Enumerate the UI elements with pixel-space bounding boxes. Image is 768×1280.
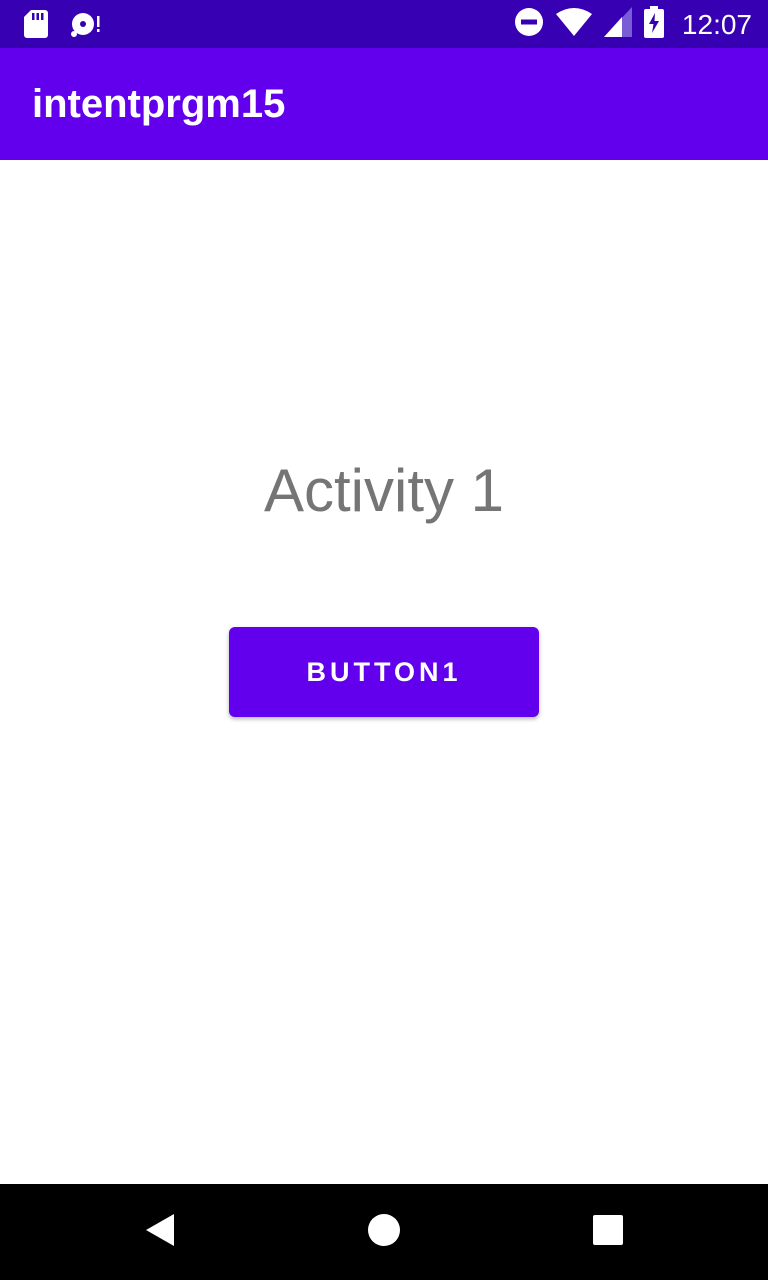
home-icon [367,1213,401,1252]
disc-sync-icon [70,10,102,43]
status-left-icons [24,10,102,43]
app-bar: intentprgm15 [0,48,768,160]
status-bar: 12:07 [0,0,768,48]
activity-label: Activity 1 [263,457,505,524]
home-button[interactable] [360,1208,408,1256]
status-time: 12:07 [681,8,752,40]
cell-signal-icon [603,7,632,42]
recents-icon [593,1214,623,1250]
back-button[interactable] [136,1208,184,1256]
recents-button[interactable] [584,1208,632,1256]
battery-charging-icon [643,6,664,43]
navigation-bar [0,1184,768,1280]
do-not-disturb-icon [514,7,544,42]
button1[interactable]: BUTTON1 [229,627,539,717]
main-content: Activity 1 BUTTON1 [0,160,768,1184]
sd-card-icon [24,10,48,43]
app-title: intentprgm15 [32,82,286,126]
wifi-icon [555,8,592,41]
back-icon [144,1212,176,1253]
status-right-icons: 12:07 [514,6,752,43]
